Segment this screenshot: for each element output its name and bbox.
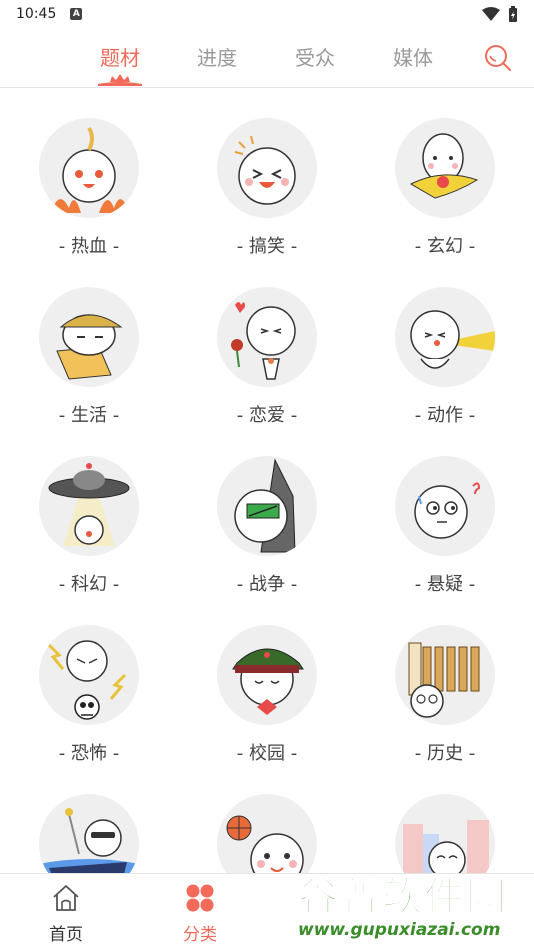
tab-audience[interactable]: 受众 [295, 42, 335, 71]
nav-home-label: 首页 [49, 925, 83, 945]
category-scifi[interactable]: - 科幻 - [19, 428, 159, 595]
category-label: - 战争 - [236, 574, 298, 595]
action-avatar [395, 287, 495, 387]
category-label: - 恋爱 - [236, 405, 298, 426]
category-label: - 动作 - [414, 405, 476, 426]
tab-media[interactable]: 媒体 [393, 42, 433, 71]
category-life[interactable]: - 生活 - [19, 259, 159, 426]
category-hot-blood[interactable]: - 热血 - [19, 90, 159, 257]
tab-progress[interactable]: 进度 [197, 42, 237, 71]
status-bar: 10:45 A [0, 0, 534, 28]
mystery-avatar [395, 456, 495, 556]
nav-category[interactable]: 分类 [160, 882, 240, 946]
fantasy-avatar [395, 118, 495, 218]
history-avatar [395, 625, 495, 725]
category-funny[interactable]: - 搞笑 - [197, 90, 337, 257]
category-label: - 生活 - [58, 405, 120, 426]
category-history[interactable]: - 历史 - [375, 597, 515, 764]
category-grid-icon [186, 884, 214, 912]
home-icon [53, 885, 79, 911]
romance-avatar [217, 287, 317, 387]
category-horror[interactable]: - 恐怖 - [19, 597, 159, 764]
top-tab-bar: 题材 进度 受众 媒体 [0, 28, 534, 88]
category-mystery[interactable]: - 悬疑 - [375, 428, 515, 595]
category-label: - 恐怖 - [58, 743, 120, 764]
category-label: - 历史 - [414, 743, 476, 764]
category-label: - 悬疑 - [414, 574, 476, 595]
scifi-avatar [39, 456, 139, 556]
category-label: - 热血 - [58, 236, 120, 257]
category-romance[interactable]: - 恋爱 - [197, 259, 337, 426]
category-label: - 玄幻 - [414, 236, 476, 257]
category-label: - 搞笑 - [236, 236, 298, 257]
battery-icon [509, 6, 517, 22]
category-label: - 科幻 - [58, 574, 120, 595]
watermark-text: 谷普软件园 [297, 873, 508, 921]
life-avatar [39, 287, 139, 387]
active-tab-indicator-icon [98, 74, 142, 86]
funny-avatar [217, 118, 317, 218]
watermark-logo: 谷普软件园 www.gupuxiazai.com [290, 858, 534, 950]
category-action[interactable]: - 动作 - [375, 259, 515, 426]
nav-home[interactable]: 首页 [26, 882, 106, 946]
hot-blood-avatar [39, 118, 139, 218]
campus-avatar [217, 625, 317, 725]
category-fantasy[interactable]: - 玄幻 - [375, 90, 515, 257]
notification-icon: A [70, 8, 83, 20]
tab-theme[interactable]: 题材 [100, 42, 140, 71]
nav-category-label: 分类 [183, 925, 217, 945]
horror-avatar [39, 625, 139, 725]
category-campus[interactable]: - 校园 - [197, 597, 337, 764]
search-icon[interactable] [482, 42, 514, 74]
category-label: - 校园 - [236, 743, 298, 764]
status-time: 10:45 [16, 6, 57, 22]
wifi-icon [482, 7, 500, 21]
category-war[interactable]: - 战争 - [197, 428, 337, 595]
war-avatar [217, 456, 317, 556]
status-icons [482, 6, 518, 22]
watermark-url: www.gupuxiazai.com [298, 920, 501, 940]
